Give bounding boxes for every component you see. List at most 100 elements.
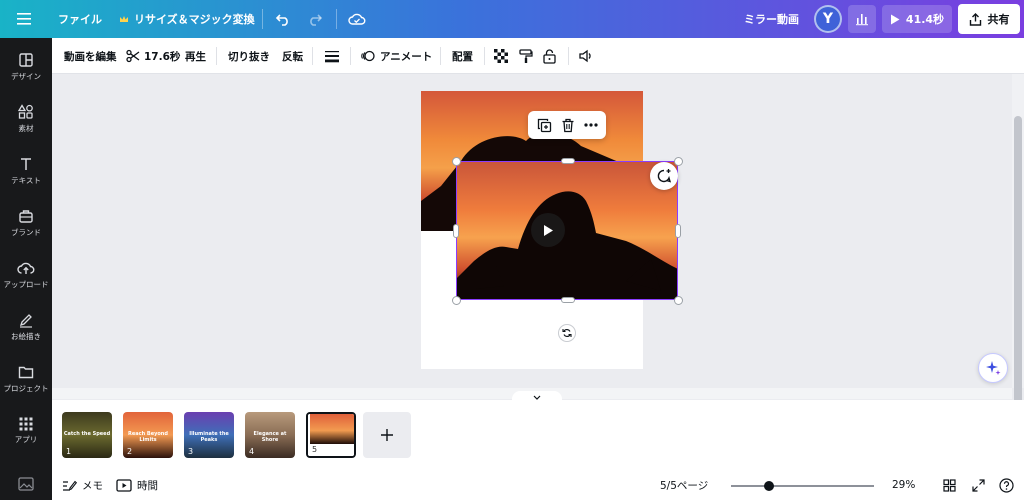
resize-handle-top-right[interactable] [674, 157, 683, 166]
grid-view-button[interactable] [943, 470, 956, 500]
cloud-save-status[interactable] [348, 0, 366, 38]
scissors-icon [126, 49, 140, 63]
zoom-slider-track[interactable] [731, 485, 874, 487]
animate-label: アニメート [380, 50, 433, 63]
share-button[interactable]: 共有 [958, 4, 1020, 34]
thumbnail-page-number: 4 [249, 447, 255, 456]
border-style-button[interactable] [324, 38, 340, 74]
bottom-bar [52, 470, 1024, 500]
notes-pencil-icon [63, 480, 77, 491]
chevron-down-icon [533, 395, 541, 400]
file-menu-button[interactable]: ファイル [58, 0, 102, 38]
flip-button[interactable]: 反転 [282, 38, 303, 74]
resize-handle-top[interactable] [561, 158, 575, 164]
resize-handle-bottom-right[interactable] [674, 296, 683, 305]
avatar[interactable]: Y [814, 5, 842, 33]
timing-button[interactable]: 時間 [116, 470, 158, 500]
video-timer-icon [116, 478, 132, 492]
fullscreen-button[interactable] [972, 470, 985, 500]
apps-icon [19, 417, 33, 431]
transparency-button[interactable] [494, 38, 508, 74]
more-options-button[interactable] [583, 123, 598, 127]
edit-video-button[interactable]: 動画を編集 [64, 38, 117, 74]
hamburger-icon [17, 13, 31, 25]
resize-handle-bottom-left[interactable] [452, 296, 461, 305]
sidebar-item-design[interactable]: デザイン [0, 43, 52, 91]
page-thumbnail[interactable]: Catch the Speed 1 [62, 412, 112, 458]
image-icon [18, 477, 34, 491]
resize-button[interactable]: リサイズ＆マジック変換 [119, 0, 255, 38]
help-icon [999, 477, 1014, 493]
vertical-scrollbar[interactable] [1012, 74, 1024, 442]
lock-button[interactable] [543, 38, 556, 74]
scrollbar-thumb[interactable] [1014, 116, 1022, 442]
resize-handle-bottom[interactable] [561, 297, 575, 303]
resize-handle-top-left[interactable] [452, 157, 461, 166]
delete-button[interactable] [561, 118, 575, 133]
share-label: 共有 [987, 13, 1010, 26]
redo-button[interactable] [307, 0, 323, 38]
insights-button[interactable] [848, 5, 876, 33]
crown-icon [120, 15, 128, 22]
sidebar-item-brand[interactable]: ブランド [0, 199, 52, 247]
zoom-slider-knob[interactable] [764, 481, 774, 491]
thumbnail-preview [310, 414, 354, 444]
play-icon [890, 14, 900, 24]
notes-button[interactable]: メモ [62, 470, 103, 500]
brand-icon [19, 210, 33, 223]
notes-label: メモ [82, 479, 103, 492]
timing-label: 時間 [137, 479, 158, 492]
copy-style-button[interactable] [519, 38, 533, 74]
resize-handle-left[interactable] [453, 224, 459, 238]
edit-video-label: 動画を編集 [64, 50, 117, 63]
sidebar-item-text[interactable]: テキスト [0, 147, 52, 195]
context-toolbar: 動画を編集 17.6秒 再生 切り抜き 反転 アニメート 配置 [52, 38, 1024, 74]
resize-handle-right[interactable] [675, 224, 681, 238]
sidebar-item-elements[interactable]: 素材 [0, 95, 52, 143]
sidebar-item-draw[interactable]: お絵描き [0, 303, 52, 351]
sidebar-item-media[interactable] [0, 468, 52, 500]
sidebar-item-label: お絵描き [11, 332, 41, 341]
upload-icon [17, 262, 35, 274]
rotate-icon [562, 329, 572, 337]
text-icon [21, 158, 31, 170]
layout-icon [19, 53, 33, 67]
position-label: 配置 [452, 50, 473, 63]
folder-icon [18, 366, 34, 379]
resize-label: リサイズ＆マジック変換 [134, 13, 255, 26]
volume-button[interactable] [578, 38, 594, 74]
position-button[interactable]: 配置 [452, 38, 473, 74]
help-button[interactable] [999, 470, 1014, 500]
animate-button[interactable]: アニメート [360, 38, 432, 74]
trim-button[interactable]: 17.6秒 [126, 38, 180, 74]
playback-button[interactable]: 再生 [185, 38, 206, 74]
divider [484, 47, 485, 65]
page-thumbnail[interactable]: 5 [306, 412, 356, 458]
thumbnail-title: Illuminate the Peaks [189, 431, 229, 443]
add-comment-button[interactable] [650, 162, 678, 190]
duplicate-button[interactable] [537, 118, 552, 133]
crop-button[interactable]: 切り抜き [228, 38, 270, 74]
divider [336, 9, 337, 29]
page-thumbnail[interactable]: Elegance at Shore 4 [245, 412, 295, 458]
undo-button[interactable] [275, 0, 291, 38]
menu-button[interactable] [16, 0, 32, 38]
sparkle-icon [986, 361, 1001, 375]
page-thumbnail[interactable]: Illuminate the Peaks 3 [184, 412, 234, 458]
page-thumbnail[interactable]: Reach Beyond Limits 2 [123, 412, 173, 458]
selection-frame [456, 161, 678, 300]
sidebar-item-projects[interactable]: プロジェクト [0, 355, 52, 403]
zoom-percentage[interactable]: 29% [892, 470, 915, 500]
sidebar-item-label: ブランド [11, 228, 41, 237]
magic-assistant-button[interactable] [978, 353, 1008, 383]
shapes-icon [18, 104, 33, 119]
video-play-button[interactable] [531, 213, 565, 247]
present-play-button[interactable]: 41.4秒 [882, 5, 952, 33]
sidebar-item-uploads[interactable]: アップロード [0, 251, 52, 299]
add-page-button[interactable] [363, 412, 411, 458]
mirror-video-button[interactable]: ミラー動画 [744, 0, 799, 38]
divider [568, 47, 569, 65]
sidebar-item-apps[interactable]: アプリ [0, 407, 52, 455]
redo-icon [310, 14, 323, 26]
rotate-handle[interactable] [558, 324, 576, 342]
